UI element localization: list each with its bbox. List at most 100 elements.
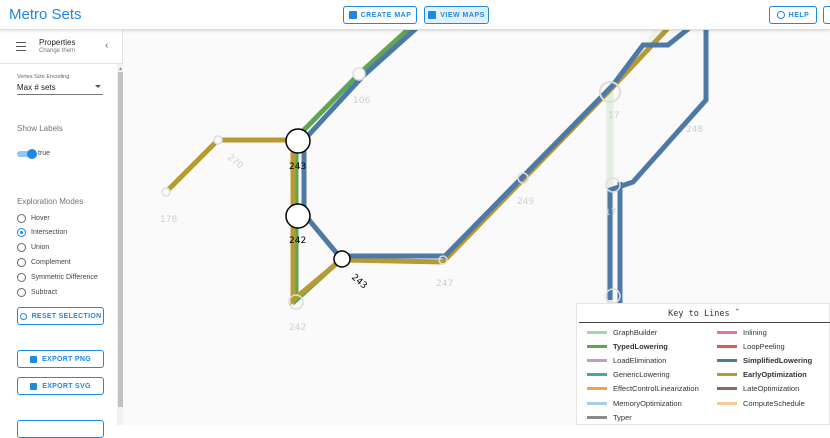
mode-label: Union: [31, 243, 50, 251]
label-270: 270: [225, 153, 245, 172]
legend-item[interactable]: MemoryOptimization: [587, 398, 682, 408]
radio-icon: [17, 242, 26, 252]
scrollbar-thumb[interactable]: [118, 72, 123, 407]
help-label: HELP: [788, 11, 810, 19]
save-icon: [30, 355, 38, 363]
legend-item-label: TypedLowering: [613, 341, 668, 351]
legend-title-text: Key to Lines: [668, 309, 730, 319]
line-swatch: [587, 387, 607, 391]
view-maps-label: VIEW MAPS: [440, 11, 485, 19]
radio-icon: [17, 213, 26, 223]
legend-item-label: EarlyOptimization: [743, 370, 807, 380]
station-270[interactable]: [213, 135, 223, 145]
vertex-size-value: Max # sets: [17, 83, 56, 92]
legend-item[interactable]: Typer: [587, 412, 632, 422]
line-swatch: [587, 358, 607, 362]
station-242[interactable]: [285, 203, 311, 229]
line-swatch: [717, 401, 737, 405]
mode-union[interactable]: Union: [17, 242, 49, 252]
export-svg-button[interactable]: EXPORT SVG: [17, 377, 104, 395]
line-swatch: [587, 330, 607, 334]
mode-label: Subtract: [31, 288, 58, 296]
reset-selection-button[interactable]: RESET SELECTION: [17, 307, 104, 325]
legend-item[interactable]: LoopPeeling: [717, 341, 785, 351]
legend-item-label: EffectControlLinearization: [613, 384, 699, 394]
legend-item[interactable]: SimplifiedLowering: [717, 355, 812, 365]
properties-sidebar: Properties Change them ‹ ▲ Vertex Size E…: [0, 30, 123, 438]
legend-item[interactable]: LateOptimization: [717, 384, 799, 394]
station-178[interactable]: [161, 187, 171, 197]
legend-item[interactable]: GraphBuilder: [587, 327, 657, 337]
legend-item[interactable]: ComputeSchedule: [717, 398, 805, 408]
radio-icon: [17, 272, 26, 282]
show-labels-toggle[interactable]: [17, 149, 37, 159]
legend-item-label: Typer: [613, 412, 632, 422]
map-icon: [428, 11, 437, 19]
view-maps-button[interactable]: VIEW MAPS: [424, 6, 489, 24]
mode-subtract[interactable]: Subtract: [17, 287, 57, 297]
toggle-knob: [27, 149, 37, 159]
legend-title[interactable]: Key to Lines ˇ: [577, 309, 830, 319]
collapse-icon[interactable]: ‹: [105, 40, 108, 51]
legend-item-label: MemoryOptimization: [613, 398, 682, 408]
legend-item-label: LateOptimization: [743, 384, 800, 394]
exploration-modes-title: Exploration Modes: [17, 197, 84, 206]
vertex-size-select[interactable]: Max # sets: [17, 83, 103, 95]
legend-item-label: GraphBuilder: [613, 327, 658, 337]
legend-item[interactable]: EarlyOptimization: [717, 370, 807, 380]
help-icon: [776, 11, 785, 19]
label-17: 17: [608, 111, 619, 121]
line-swatch: [717, 387, 737, 391]
radio-icon: [17, 287, 26, 297]
label-243b: 243: [349, 273, 369, 292]
legend-item-label: SimplifiedLowering: [743, 355, 813, 365]
create-map-label: CREATE MAP: [360, 11, 412, 19]
mode-label: Hover: [31, 214, 50, 222]
station-106[interactable]: [352, 67, 366, 81]
legend-item-label: LoadElimination: [613, 355, 667, 365]
line-swatch: [717, 358, 737, 362]
legend-item[interactable]: GenericLowering: [587, 370, 670, 380]
station-243[interactable]: [285, 128, 311, 154]
line-swatch: [717, 373, 737, 377]
scroll-up-icon[interactable]: ▲: [118, 66, 123, 72]
label-106: 106: [353, 96, 370, 106]
label-242b: 242: [289, 323, 306, 333]
line-swatch: [587, 373, 607, 377]
label-242: 242: [289, 236, 306, 246]
panel-title: Properties: [39, 38, 76, 47]
extra-button[interactable]: [17, 420, 104, 438]
legend-toggle-icon: ˇ: [734, 309, 740, 319]
help-button[interactable]: HELP: [769, 6, 817, 24]
reset-selection-label: RESET SELECTION: [31, 312, 102, 320]
refresh-icon: [19, 312, 27, 320]
label-247: 247: [436, 279, 453, 289]
radio-icon: [17, 257, 26, 267]
export-png-button[interactable]: EXPORT PNG: [17, 350, 104, 368]
mode-label: Intersection: [31, 228, 68, 236]
legend-item[interactable]: EffectControlLinearization: [587, 384, 699, 394]
legend-item-label: Inlining: [743, 327, 767, 337]
line-swatch: [717, 344, 737, 348]
mode-hover[interactable]: Hover: [17, 213, 50, 223]
panel-subtitle: Change them: [39, 48, 76, 54]
save-icon: [348, 11, 357, 19]
legend-item[interactable]: Inlining: [717, 327, 767, 337]
radio-selected-icon: [17, 227, 26, 237]
station-243b[interactable]: [333, 250, 351, 268]
overflow-button[interactable]: [823, 6, 830, 24]
export-svg-label: EXPORT SVG: [42, 382, 91, 390]
mode-symmetric-difference[interactable]: Symmetric Difference: [17, 272, 98, 282]
legend-divider: [579, 322, 830, 323]
legend-item[interactable]: TypedLowering: [587, 341, 668, 351]
legend-item-label: ComputeSchedule: [743, 398, 805, 408]
create-map-button[interactable]: CREATE MAP: [343, 6, 417, 24]
mode-label: Complement: [31, 258, 71, 266]
line-swatch: [587, 415, 607, 419]
legend-item[interactable]: LoadElimination: [587, 355, 666, 365]
mode-complement[interactable]: Complement: [17, 257, 71, 267]
mode-intersection[interactable]: Intersection: [17, 227, 67, 237]
legend-item-label: GenericLowering: [613, 370, 670, 380]
export-png-label: EXPORT PNG: [42, 355, 91, 363]
legend-item-label: LoopPeeling: [743, 341, 785, 351]
